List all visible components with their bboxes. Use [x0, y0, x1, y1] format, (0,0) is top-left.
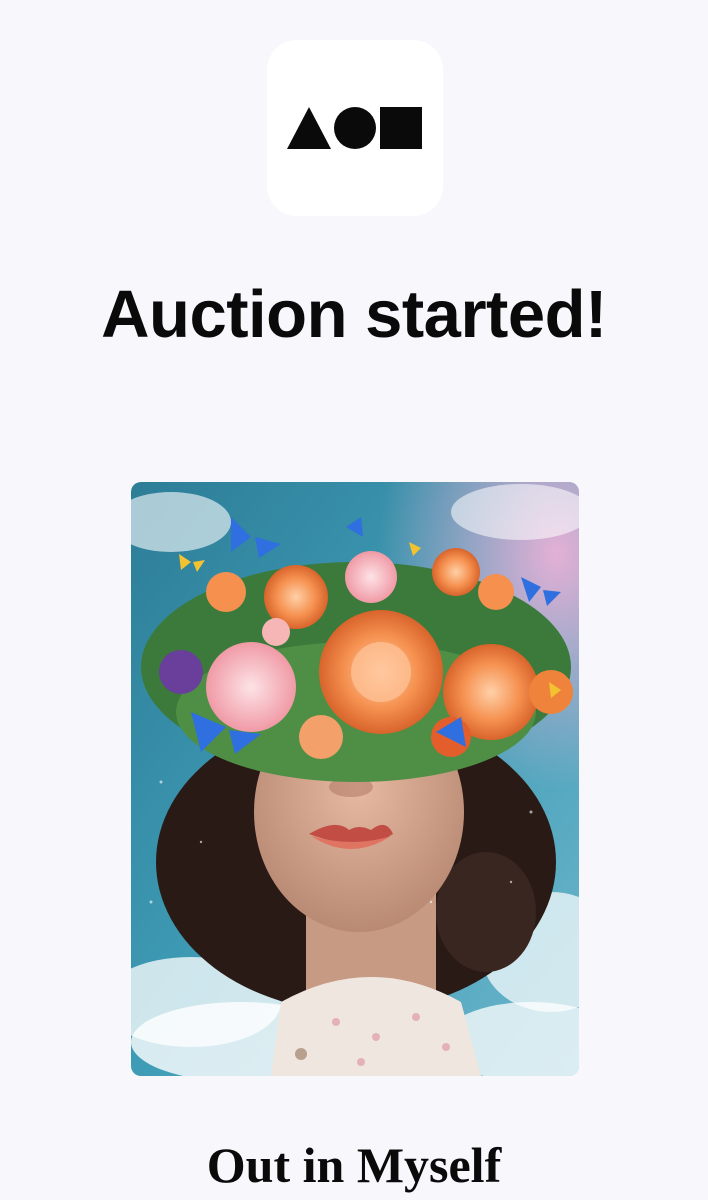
artwork-image[interactable] [131, 482, 579, 1076]
app-logo-tile [267, 40, 443, 216]
artwork-title: Out in Myself [206, 1137, 502, 1193]
page-title: Auction started! [101, 277, 607, 352]
triangle-circle-square-logo-icon [287, 107, 422, 149]
floral-portrait-artwork [131, 482, 579, 1076]
